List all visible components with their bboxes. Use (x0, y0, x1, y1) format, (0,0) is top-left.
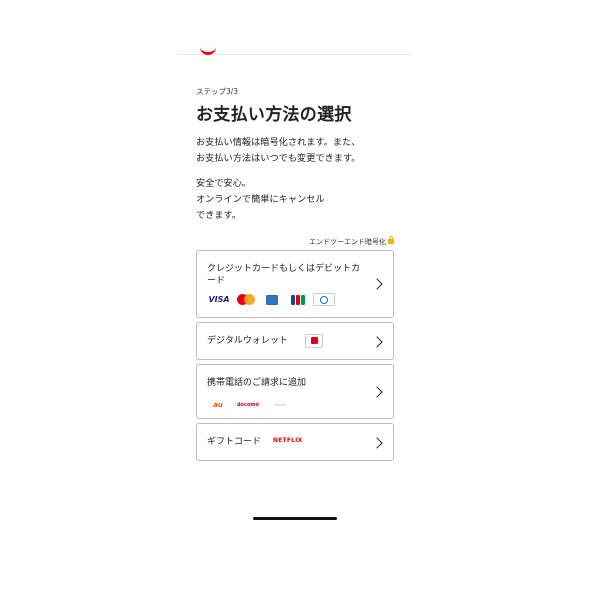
intro-line: お支払い情報は暗号化されます。また、 (196, 137, 361, 148)
step-indicator: ステップ3/3 (196, 87, 239, 96)
mastercard-logo (235, 293, 257, 306)
intro-line: お支払い方法はいつでも変更できます。 (196, 153, 361, 164)
option-label: ギフトコード (207, 437, 262, 447)
carrier-logos: au docomo ▭▭▭ (207, 398, 293, 411)
payment-option-carrier-billing[interactable]: 携帯電話のご請求に追加 au docomo ▭▭▭ (196, 364, 394, 419)
encryption-note-label: エンドツーエンド暗号化 (309, 238, 386, 246)
payment-option-wallet[interactable]: デジタルウォレット (196, 322, 394, 360)
page-title: お支払い方法の選択 (196, 105, 352, 125)
visa-logo: VISA (208, 295, 230, 304)
card-brand-logos: VISA (207, 293, 335, 306)
docomo-logo: docomo (236, 401, 260, 408)
safety-line: できます。 (196, 210, 242, 221)
softbank-logo: ▭▭▭ (274, 402, 286, 407)
chevron-right-icon (371, 386, 383, 398)
header (178, 0, 412, 55)
lock-icon (388, 236, 394, 244)
safety-line: オンラインで簡単にキャンセル (196, 194, 325, 205)
payment-option-card[interactable]: クレジットカードもしくはデビットカード VISA (196, 250, 394, 318)
amex-logo (261, 293, 283, 306)
netflix-logo: NETFLIX (273, 437, 303, 444)
option-label: 携帯電話のご請求に追加 (207, 378, 307, 388)
safety-line: 安全で安心。 (196, 178, 252, 189)
au-logo: au (213, 400, 223, 409)
chevron-right-icon (371, 437, 383, 449)
paypay-logo (305, 334, 323, 348)
safety-text: 安全で安心。 オンラインで簡単にキャンセル できます。 (196, 176, 325, 224)
option-label: クレジットカードもしくはデビットカード (207, 264, 361, 286)
home-indicator[interactable] (253, 517, 337, 520)
payment-option-gift-code[interactable]: ギフトコード NETFLIX (196, 423, 394, 461)
chevron-right-icon (371, 278, 383, 290)
diners-club-logo (313, 293, 335, 306)
netflix-brand-logo[interactable] (200, 44, 216, 55)
signup-screen: ステップ3/3 お支払い方法の選択 お支払い情報は暗号化されます。また、 お支払… (178, 0, 412, 600)
encryption-note: エンドツーエンド暗号化 (296, 236, 394, 247)
chevron-right-icon (371, 336, 383, 348)
option-label: デジタルウォレット (207, 336, 288, 346)
intro-text: お支払い情報は暗号化されます。また、 お支払い方法はいつでも変更できます。 (196, 135, 360, 167)
jcb-logo (287, 293, 309, 306)
